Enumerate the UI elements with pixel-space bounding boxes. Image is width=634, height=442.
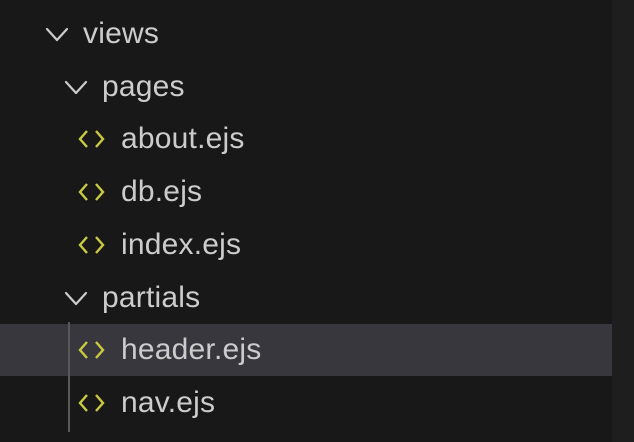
folder-pages[interactable]: pages <box>0 61 612 113</box>
file-header-ejs[interactable]: header.ejs <box>0 324 612 376</box>
file-explorer: views pages about.ejs db.ejs index.ejs p… <box>0 0 634 442</box>
folder-label: pages <box>102 70 185 103</box>
folder-views[interactable]: views <box>0 8 612 60</box>
folder-label: views <box>83 17 160 50</box>
chevron-right-icon <box>44 436 60 442</box>
file-label: db.ejs <box>121 175 203 208</box>
ejs-file-icon <box>78 232 106 258</box>
chevron-down-icon <box>63 285 89 311</box>
indent-guide <box>68 322 70 432</box>
file-about-ejs[interactable]: about.ejs <box>0 113 612 165</box>
file-label: header.ejs <box>121 333 262 366</box>
file-index-ejs[interactable]: index.ejs <box>0 219 612 271</box>
file-label: nav.ejs <box>121 386 216 419</box>
file-label: index.ejs <box>121 228 242 261</box>
ejs-file-icon <box>78 179 106 205</box>
file-nav-ejs[interactable]: nav.ejs <box>0 377 612 429</box>
ejs-file-icon <box>78 337 106 363</box>
ejs-file-icon <box>78 126 106 152</box>
file-db-ejs[interactable]: db.ejs <box>0 166 612 218</box>
folder-partials[interactable]: partials <box>0 272 612 324</box>
ejs-file-icon <box>78 390 106 416</box>
file-label: about.ejs <box>121 122 245 155</box>
chevron-down-icon <box>44 21 70 47</box>
folder-label: partials <box>102 281 201 314</box>
chevron-down-icon <box>63 74 89 100</box>
scrollbar-track[interactable] <box>612 0 634 442</box>
